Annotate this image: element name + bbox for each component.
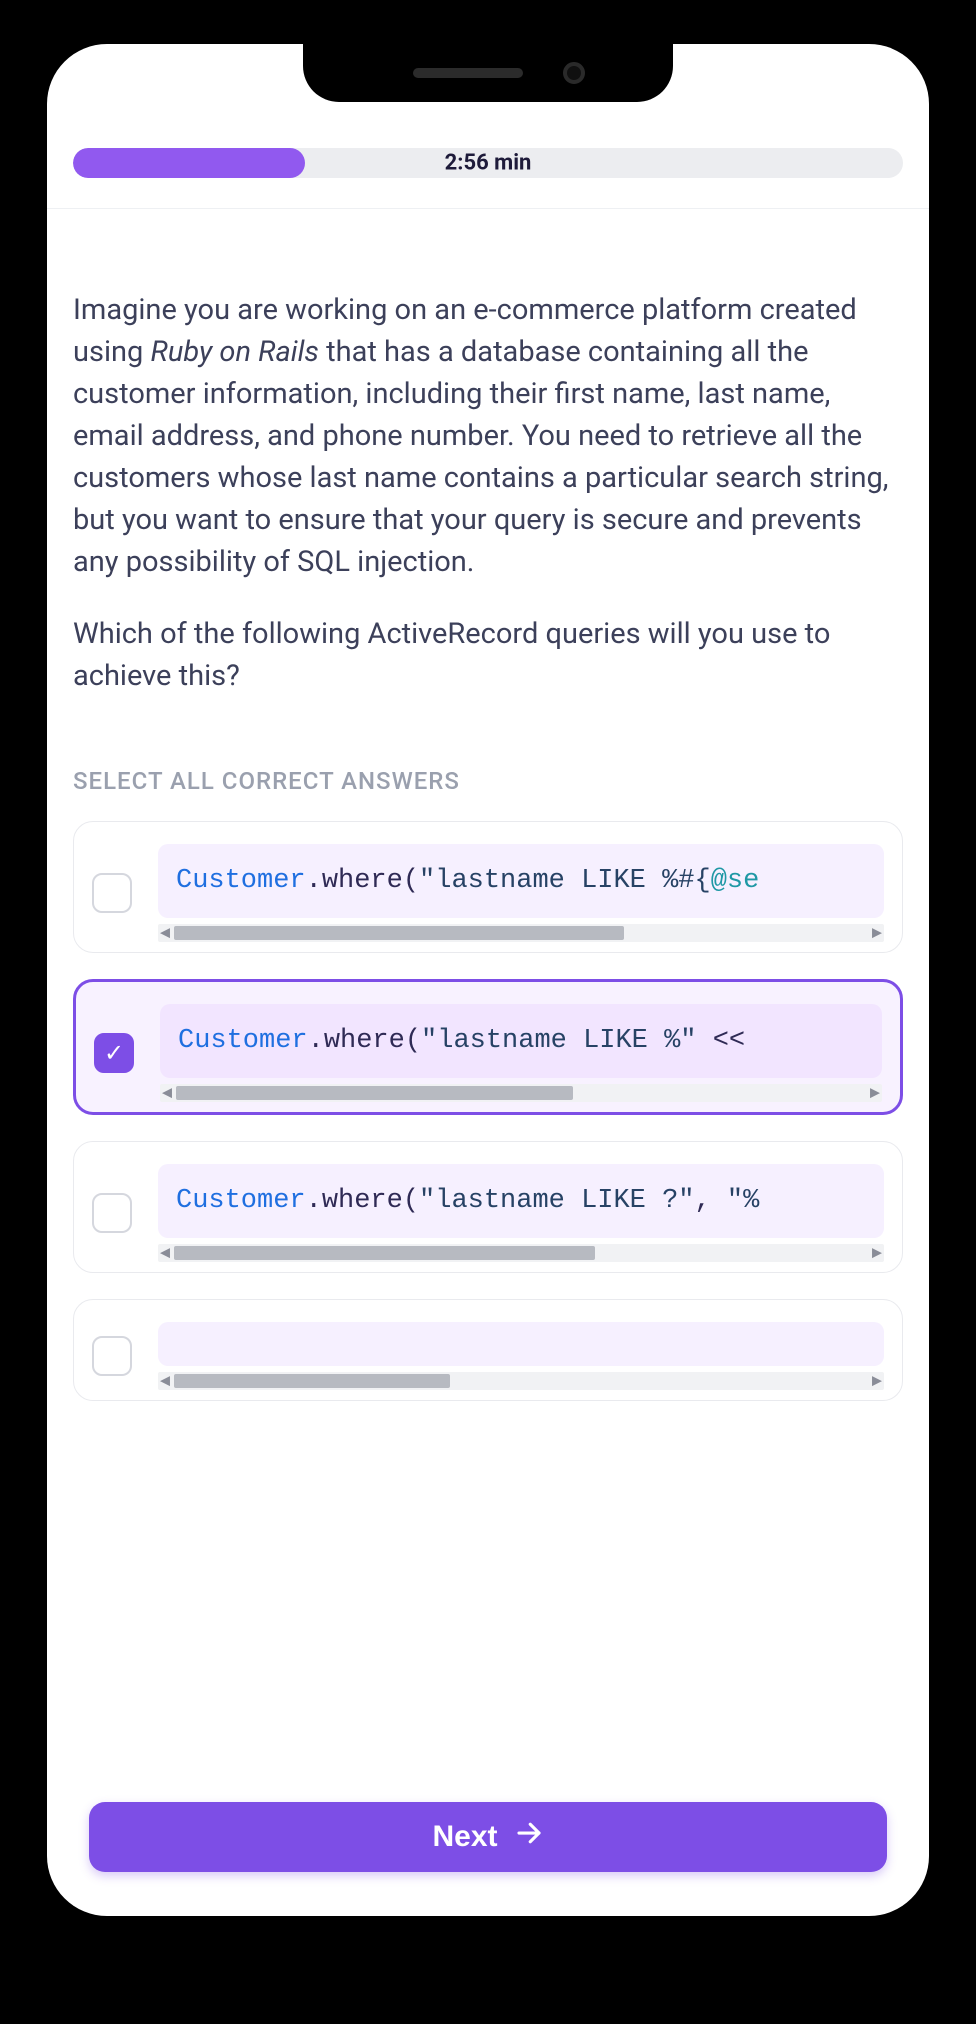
horizontal-scrollbar[interactable] xyxy=(158,924,884,942)
camera-icon xyxy=(563,62,585,84)
next-button-label: Next xyxy=(432,1820,497,1854)
checkbox[interactable]: ✓ xyxy=(92,1336,132,1376)
speaker-icon xyxy=(413,68,523,78)
device-notch xyxy=(303,44,673,102)
code-snippet: Customer.where("lastname LIKE %" << xyxy=(160,1004,882,1078)
progress-fill xyxy=(73,148,305,178)
code-wrap xyxy=(158,1322,884,1390)
answer-option-0[interactable]: ✓ Customer.where("lastname LIKE %#{@se xyxy=(73,821,903,953)
answer-option-1[interactable]: ✓ Customer.where("lastname LIKE %" << xyxy=(73,979,903,1115)
screen: 2:56 min Imagine you are working on an e… xyxy=(47,44,929,1916)
code-snippet: Customer.where("lastname LIKE %#{@se xyxy=(158,844,884,918)
horizontal-scrollbar[interactable] xyxy=(158,1244,884,1262)
checkmark-icon: ✓ xyxy=(104,1041,124,1065)
code-wrap: Customer.where("lastname LIKE ?", "% xyxy=(158,1164,884,1262)
question-followup: Which of the following ActiveRecord quer… xyxy=(73,613,903,697)
instruction-label: SELECT ALL CORRECT ANSWERS xyxy=(73,767,903,795)
horizontal-scrollbar[interactable] xyxy=(160,1084,882,1102)
checkbox[interactable]: ✓ xyxy=(92,1193,132,1233)
timer-bar: 2:56 min xyxy=(47,138,929,209)
question-emphasis: Ruby on Rails xyxy=(151,335,319,369)
arrow-right-icon xyxy=(514,1818,544,1856)
code-wrap: Customer.where("lastname LIKE %" << xyxy=(160,1004,882,1102)
scrollbar-thumb[interactable] xyxy=(176,1086,573,1100)
content-area: 2:56 min Imagine you are working on an e… xyxy=(47,44,929,1916)
question-paragraph: Imagine you are working on an e-commerce… xyxy=(73,289,903,583)
scrollbar-thumb[interactable] xyxy=(174,926,624,940)
next-button[interactable]: Next xyxy=(89,1802,887,1872)
checkbox[interactable]: ✓ xyxy=(94,1033,134,1073)
horizontal-scrollbar[interactable] xyxy=(158,1372,884,1390)
scrollbar-thumb[interactable] xyxy=(174,1374,450,1388)
progress-track: 2:56 min xyxy=(73,148,903,178)
code-snippet xyxy=(158,1322,884,1366)
checkbox[interactable]: ✓ xyxy=(92,873,132,913)
answer-option-2[interactable]: ✓ Customer.where("lastname LIKE ?", "% xyxy=(73,1141,903,1273)
options-list: ✓ Customer.where("lastname LIKE %#{@se ✓ Cu… xyxy=(73,821,903,1401)
code-wrap: Customer.where("lastname LIKE %#{@se xyxy=(158,844,884,942)
quiz-body: Imagine you are working on an e-commerce… xyxy=(47,209,929,1401)
question-suffix: that has a database containing all the c… xyxy=(73,335,888,579)
scrollbar-thumb[interactable] xyxy=(174,1246,595,1260)
timer-text: 2:56 min xyxy=(445,151,532,176)
answer-option-3[interactable]: ✓ xyxy=(73,1299,903,1401)
phone-frame: 2:56 min Imagine you are working on an e… xyxy=(23,20,953,1940)
code-snippet: Customer.where("lastname LIKE ?", "% xyxy=(158,1164,884,1238)
